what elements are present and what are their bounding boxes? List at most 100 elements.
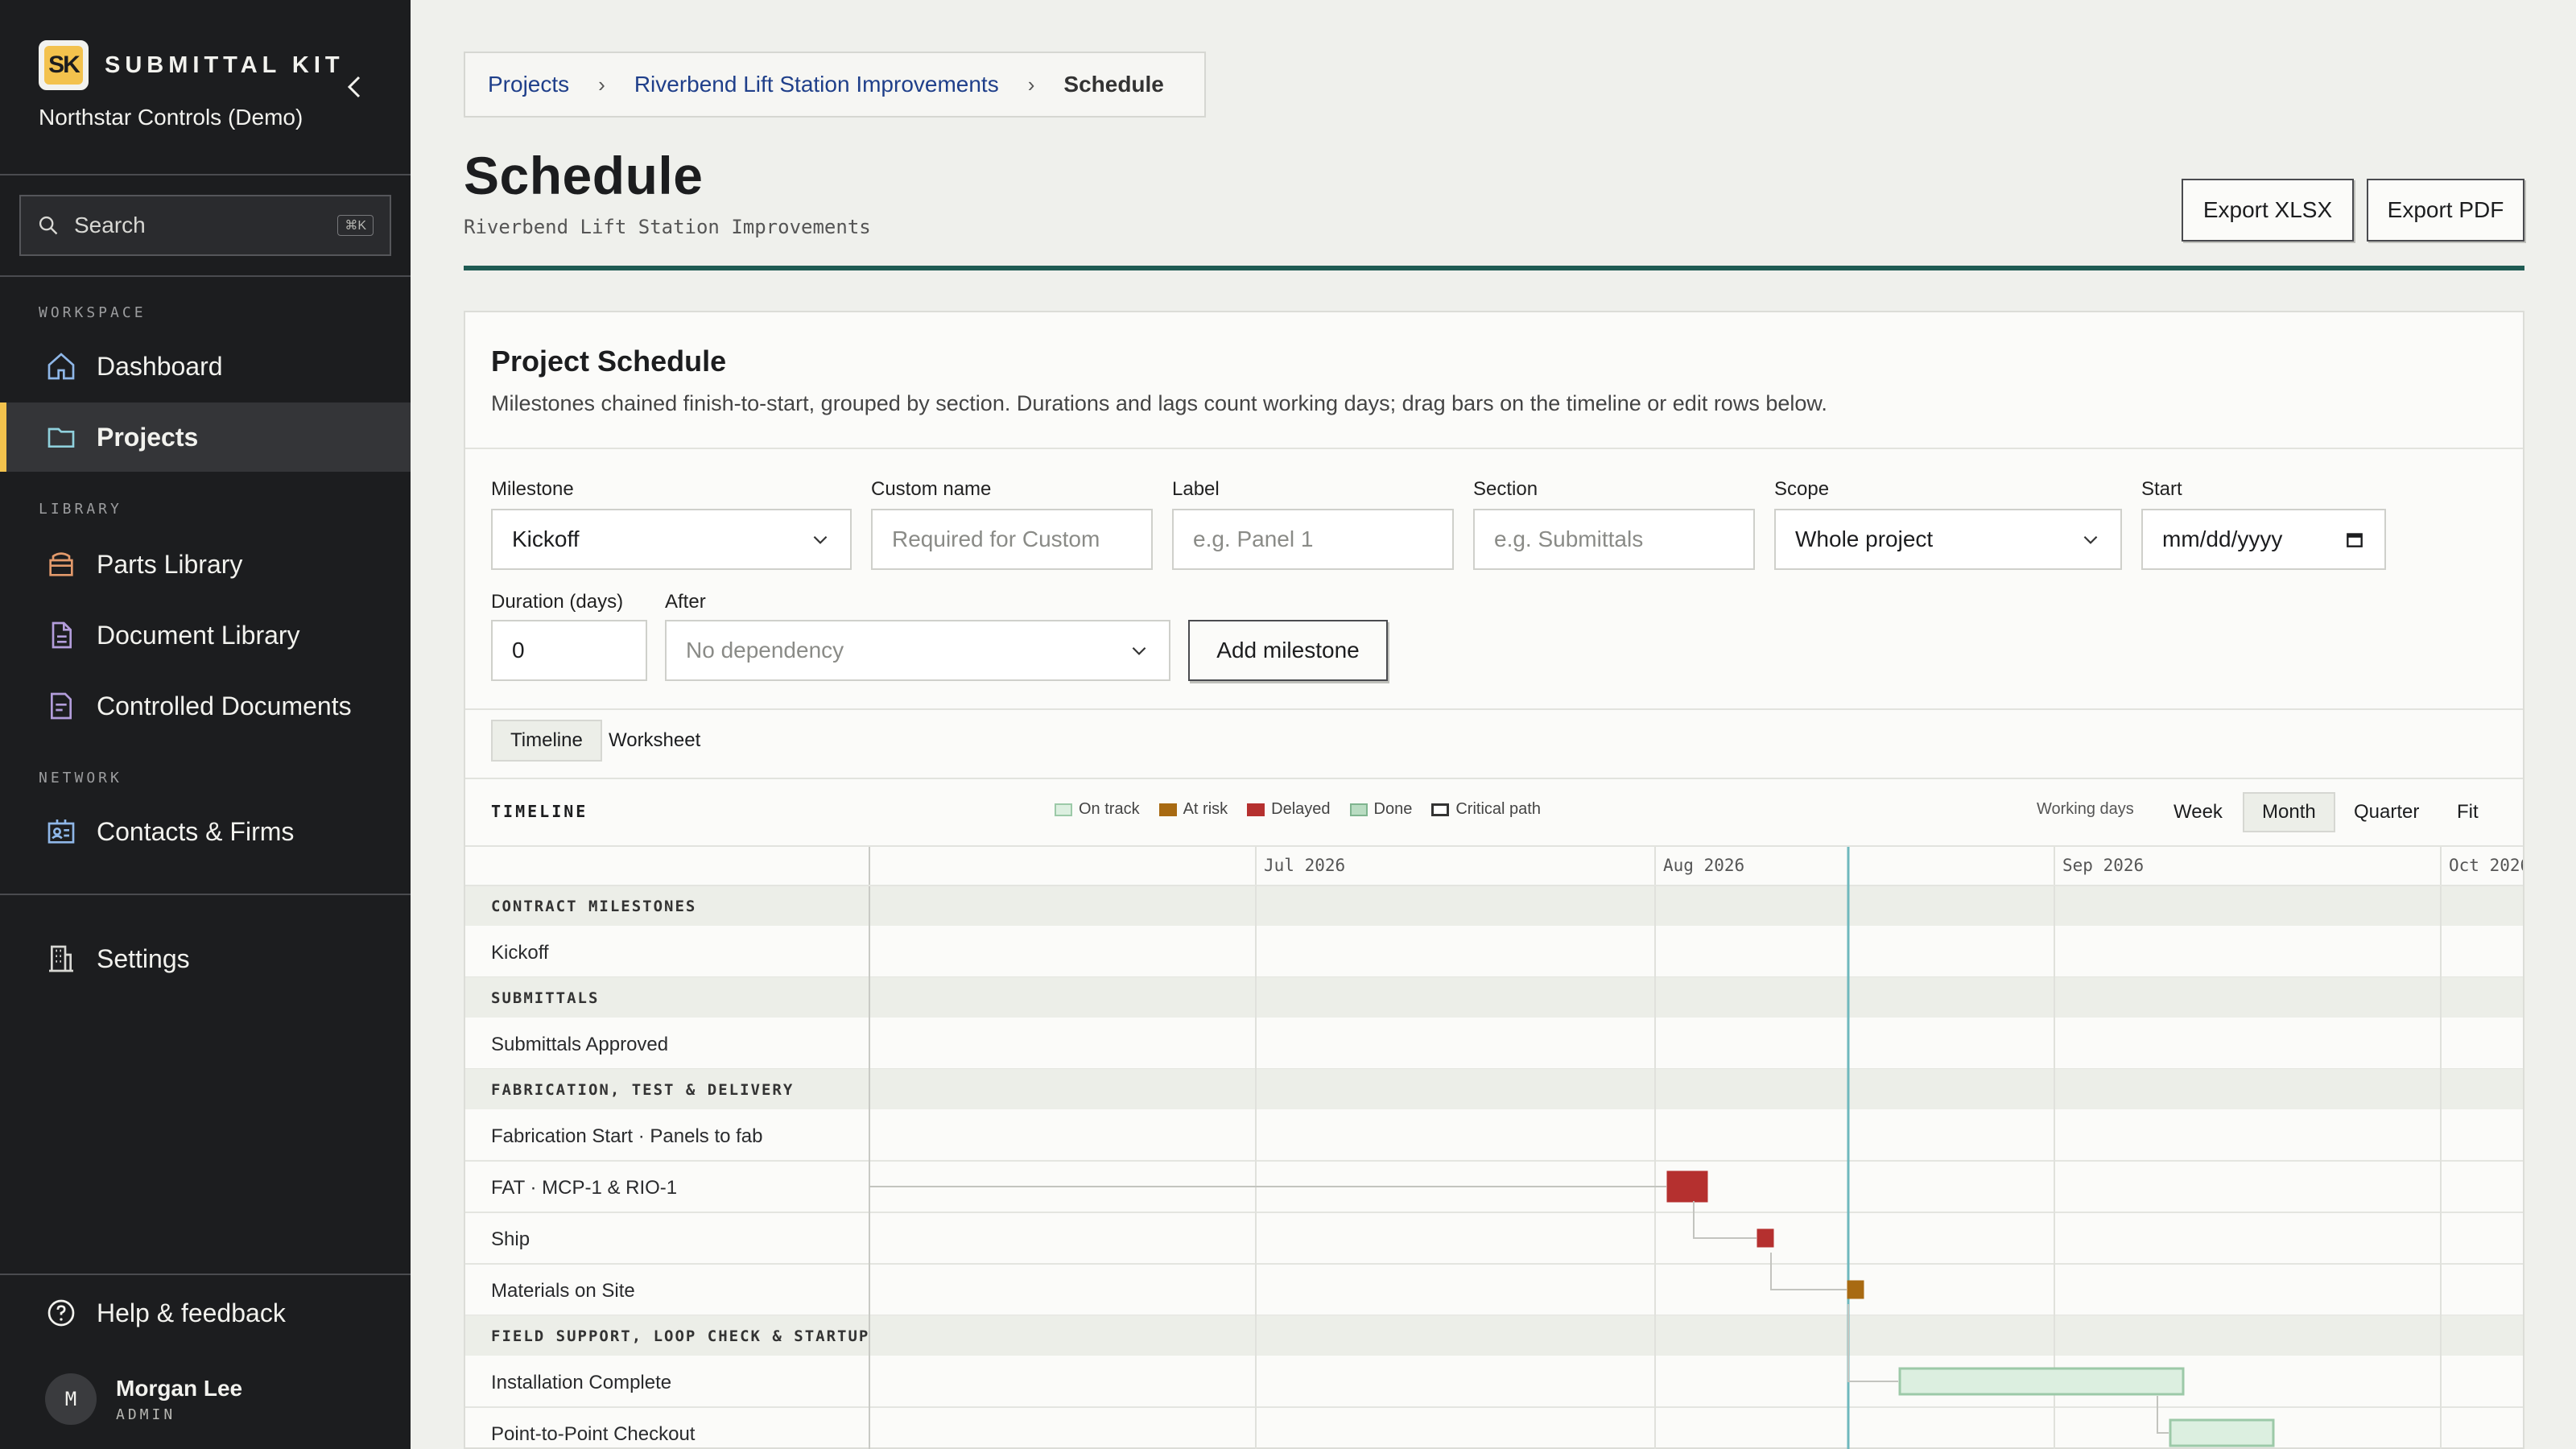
zoom-quarter[interactable]: Quarter — [2336, 792, 2437, 832]
section-label: Section — [1473, 478, 1538, 500]
section-label-library: LIBRARY — [39, 501, 122, 518]
scope-label: Scope — [1774, 478, 1830, 500]
card-title: Project Schedule — [491, 345, 727, 378]
project-schedule-card: Project Schedule Milestones chained fini… — [464, 311, 2524, 1449]
zoom-fit[interactable]: Fit — [2439, 792, 2496, 832]
divider — [0, 1274, 411, 1275]
legend-swatch — [1055, 803, 1072, 816]
gantt-bar — [1666, 1170, 1708, 1203]
working-days-label: Working days — [2037, 800, 2134, 818]
legend-swatch — [1431, 803, 1450, 816]
after-select[interactable]: No dependency — [665, 620, 1170, 681]
start-placeholder: mm/dd/yyyy — [2162, 526, 2283, 551]
sidebar-item-label: Dashboard — [97, 351, 223, 381]
sidebar-item-parts-library[interactable]: Parts Library — [0, 530, 411, 599]
user-menu[interactable]: M Morgan Lee ADMIN — [45, 1373, 242, 1425]
after-label: After — [665, 591, 706, 613]
sidebar-item-controlled-documents[interactable]: Controlled Documents — [0, 671, 411, 741]
breadcrumb-separator: › — [598, 72, 605, 97]
gantt-chart: Jul 2026 Aug 2026 Sep 2026 Oct 2026 CONTRACT… — [465, 847, 2523, 1449]
add-milestone-button[interactable]: Add milestone — [1188, 620, 1388, 681]
tab-timeline[interactable]: Timeline — [491, 720, 602, 762]
custom-name-input[interactable]: Required for Custom — [871, 509, 1153, 570]
calendar-icon[interactable] — [2344, 529, 2365, 550]
sidebar-item-help[interactable]: Help & feedback — [0, 1278, 411, 1348]
search-shortcut: ⌘K — [337, 215, 374, 236]
user-role: ADMIN — [116, 1406, 176, 1423]
divider — [0, 894, 411, 895]
milestone-select[interactable]: Kickoff — [491, 509, 852, 570]
task-label: FAT · MCP-1 & RIO-1 — [491, 1177, 677, 1199]
gantt-bar — [1757, 1228, 1774, 1248]
avatar: M — [45, 1373, 97, 1425]
title-rule — [464, 266, 2524, 270]
app-name: SUBMITTAL KIT — [105, 52, 345, 78]
task-label: Installation Complete — [491, 1372, 671, 1393]
label-input[interactable]: e.g. Panel 1 — [1172, 509, 1454, 570]
home-icon — [47, 353, 75, 380]
legend-critical-path: Critical path — [1431, 800, 1541, 819]
brand[interactable]: SK SUBMITTAL KIT — [39, 40, 345, 90]
legend-done: Done — [1349, 800, 1413, 819]
chevron-down-icon — [1132, 646, 1146, 655]
sidebar-item-dashboard[interactable]: Dashboard — [0, 332, 411, 401]
task-label: Submittals Approved — [491, 1034, 668, 1055]
search-placeholder: Search — [74, 213, 146, 237]
legend-delayed: Delayed — [1247, 800, 1331, 819]
sidebar-item-contacts-firms[interactable]: Contacts & Firms — [0, 797, 411, 866]
gantt-bar — [1898, 1367, 2185, 1396]
gantt-bar — [1847, 1280, 1864, 1299]
org-name: Northstar Controls (Demo) — [39, 105, 303, 130]
legend-at-risk: At risk — [1158, 800, 1228, 819]
search-input[interactable]: Search ⌘K — [19, 195, 391, 256]
legend-label: Critical path — [1455, 800, 1541, 818]
start-date-input[interactable]: mm/dd/yyyy — [2141, 509, 2386, 570]
legend-label: Done — [1373, 800, 1413, 818]
zoom-month[interactable]: Month — [2243, 792, 2335, 832]
page-title: Schedule — [464, 146, 704, 205]
timeline-label: TIMELINE — [491, 802, 588, 821]
milestone-value: Kickoff — [512, 526, 580, 551]
export-pdf-button[interactable]: Export PDF — [2367, 179, 2524, 242]
duration-input[interactable]: 0 — [491, 620, 647, 681]
help-icon — [47, 1299, 75, 1327]
sidebar-item-settings[interactable]: Settings — [0, 924, 411, 993]
sidebar: SK SUBMITTAL KIT Northstar Controls (Dem… — [0, 0, 411, 1449]
breadcrumb-current: Schedule — [1063, 72, 1164, 97]
export-xlsx-button[interactable]: Export XLSX — [2182, 179, 2354, 242]
label-label: Label — [1172, 478, 1220, 500]
dependency-connector — [1693, 1201, 1757, 1239]
tab-worksheet[interactable]: Worksheet — [591, 720, 718, 762]
breadcrumb-separator: › — [1027, 72, 1035, 97]
zoom-week[interactable]: Week — [2156, 792, 2240, 832]
milestone-label: Milestone — [491, 478, 574, 500]
section-input[interactable]: e.g. Submittals — [1473, 509, 1755, 570]
section-label: SUBMITTALS — [491, 989, 599, 1007]
logo-mark: SK — [44, 46, 83, 85]
controlled-document-icon — [51, 692, 72, 720]
duration-value: 0 — [512, 638, 525, 663]
legend-swatch — [1349, 803, 1368, 816]
start-label: Start — [2141, 478, 2182, 500]
collapse-sidebar-icon[interactable] — [343, 71, 367, 103]
legend-on-track: On track — [1055, 800, 1140, 819]
sidebar-item-document-library[interactable]: Document Library — [0, 601, 411, 670]
breadcrumb-project[interactable]: Riverbend Lift Station Improvements — [634, 72, 999, 97]
task-label: Materials on Site — [491, 1280, 635, 1302]
card-description: Milestones chained finish-to-start, grou… — [491, 391, 1827, 415]
breadcrumb-projects[interactable]: Projects — [488, 72, 569, 97]
sidebar-item-label: Parts Library — [97, 549, 243, 579]
divider — [465, 778, 2523, 779]
section-label-network: NETWORK — [39, 770, 122, 786]
breadcrumb: Projects › Riverbend Lift Station Improv… — [464, 52, 1206, 118]
legend-swatch — [1247, 803, 1265, 816]
section-row-bg — [465, 977, 2523, 1018]
legend-label: On track — [1079, 800, 1140, 818]
divider — [465, 708, 2523, 710]
sidebar-item-projects[interactable]: Projects — [0, 402, 411, 472]
building-icon — [49, 945, 73, 972]
section-placeholder: e.g. Submittals — [1494, 526, 1644, 551]
scope-select[interactable]: Whole project — [1774, 509, 2122, 570]
dependency-connector — [1770, 1253, 1847, 1290]
section-label: CONTRACT MILESTONES — [491, 898, 696, 915]
